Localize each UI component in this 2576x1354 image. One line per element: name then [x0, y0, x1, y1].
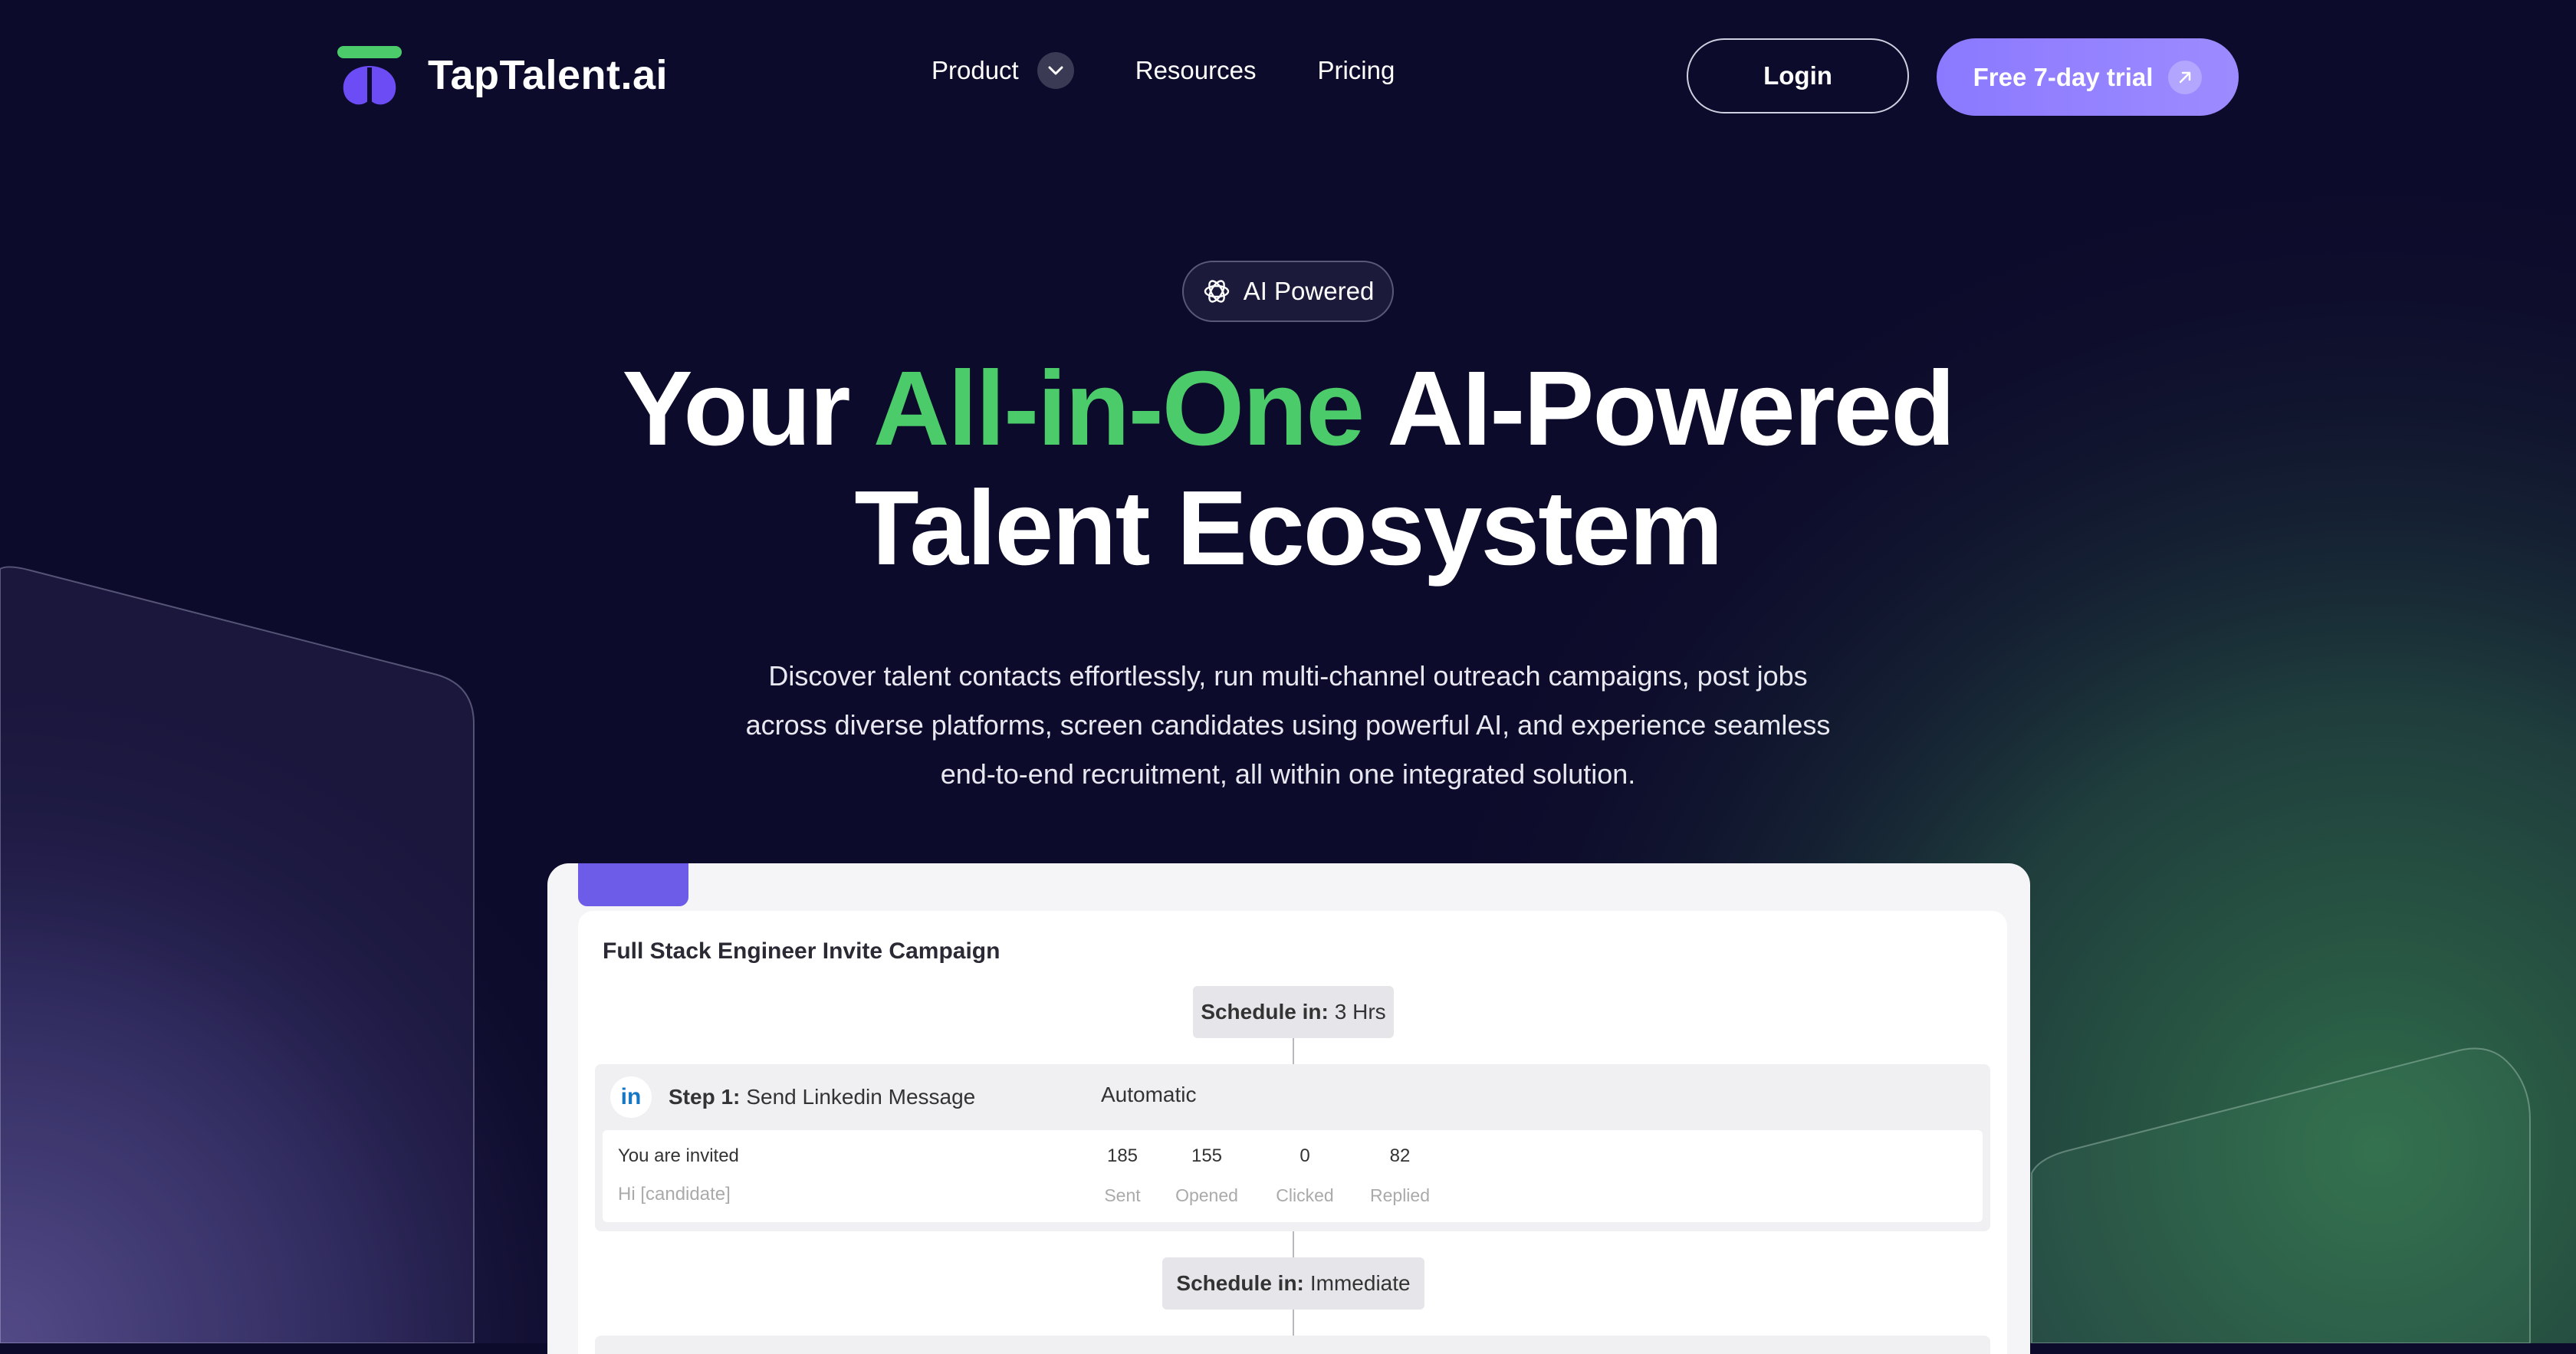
nav-item-pricing[interactable]: Pricing [1317, 56, 1395, 85]
schedule-label: Schedule in: [1176, 1271, 1304, 1295]
stat-label: Clicked [1276, 1185, 1334, 1205]
subtitle-line: across diverse platforms, screen candida… [745, 709, 1831, 741]
nav-item-label: Product [932, 56, 1019, 84]
brand-logo[interactable]: TapTalent.ai [336, 44, 668, 106]
schedule-value: 3 Hrs [1334, 1000, 1386, 1024]
step-title: Step 1: Send Linkedin Message [669, 1085, 975, 1109]
step-header: in Step 1: Send Linkedin Message Automati… [595, 1064, 1990, 1130]
chevron-down-icon[interactable] [1037, 52, 1074, 89]
stat-label: Sent [1104, 1185, 1141, 1205]
schedule-value: Immediate [1309, 1271, 1411, 1295]
step-message: You are invited Hi [candidate] 185 Sent … [603, 1130, 1983, 1222]
stat-value: 82 [1389, 1145, 1411, 1166]
nav-item-resources[interactable]: Resources [1135, 56, 1257, 85]
subtitle-line: Discover talent contacts effortlessly, r… [768, 660, 1808, 692]
headline-line-2: Talent Ecosystem [854, 469, 1723, 587]
step-name: Send Linkedin Message [746, 1085, 976, 1109]
headline-post: AI-Powered [1363, 350, 1955, 468]
flow-connector [1293, 1310, 1294, 1336]
login-button[interactable]: Login [1687, 38, 1909, 113]
stat-label: Replied [1370, 1185, 1430, 1205]
logo-icon [337, 46, 402, 105]
stat-value: 0 [1300, 1145, 1310, 1166]
headline-line-1: Your All-in-One AI-Powered [0, 349, 2576, 468]
brand-name: TapTalent.ai [428, 52, 669, 98]
ai-powered-badge: AI Powered [1182, 261, 1394, 322]
stat-opened: 155 Opened [1161, 1145, 1253, 1206]
step-mode: Automatic [1101, 1083, 1197, 1106]
top-nav: TapTalent.ai Product Resources Pricing L… [0, 0, 2576, 153]
campaign-title: Full Stack Engineer Invite Campaign [603, 938, 1001, 964]
headline-pre: Your [622, 350, 873, 468]
hero-headline: Your All-in-One AI-Powered Talent Ecosys… [0, 349, 2576, 588]
main-menu: Product Resources Pricing [932, 52, 1456, 89]
flow-connector [1293, 1231, 1294, 1257]
step-prefix: Step 1: [669, 1085, 741, 1109]
headline-accent: All-in-One [872, 350, 1365, 468]
tab-steps[interactable] [578, 863, 688, 906]
nav-item-label: Resources [1135, 56, 1257, 84]
campaign-step[interactable]: in Step 1: Send Linkedin Message Automati… [595, 1064, 1990, 1231]
schedule-label: Schedule in: [1201, 1000, 1329, 1024]
campaign-step[interactable] [595, 1336, 1990, 1354]
linkedin-icon: in [610, 1076, 652, 1118]
badge-label: AI Powered [1243, 277, 1375, 305]
nav-item-label: Pricing [1317, 56, 1395, 84]
nav-item-product[interactable]: Product [932, 52, 1074, 89]
stat-replied: 82 Replied [1354, 1145, 1446, 1206]
flow-connector [1293, 1038, 1294, 1064]
stat-label: Opened [1175, 1185, 1238, 1205]
stat-value: 185 [1106, 1145, 1138, 1166]
message-preview: Hi [candidate] [618, 1184, 731, 1204]
subtitle-line: end-to-end recruitment, all within one i… [940, 758, 1636, 790]
stat-clicked: 0 Clicked [1259, 1145, 1351, 1206]
campaign-panel: Full Stack Engineer Invite Campaign Sche… [578, 911, 2007, 1354]
openai-icon [1204, 280, 1229, 303]
hero-subtitle: Discover talent contacts effortlessly, r… [675, 652, 1901, 799]
schedule-badge: Schedule in: 3 Hrs [1193, 986, 1394, 1038]
schedule-badge: Schedule in: Immediate [1162, 1257, 1424, 1310]
message-title: You are invited [618, 1145, 739, 1166]
product-preview-card: Full Stack Engineer Invite Campaign Sche… [547, 863, 2030, 1354]
login-label: Login [1763, 61, 1832, 90]
stat-value: 155 [1191, 1145, 1223, 1166]
arrow-up-right-icon [2168, 60, 2203, 94]
trial-label: Free 7-day trial [1973, 62, 2154, 91]
free-trial-button[interactable]: Free 7-day trial [1937, 38, 2239, 116]
stat-sent: 185 Sent [1076, 1145, 1168, 1206]
